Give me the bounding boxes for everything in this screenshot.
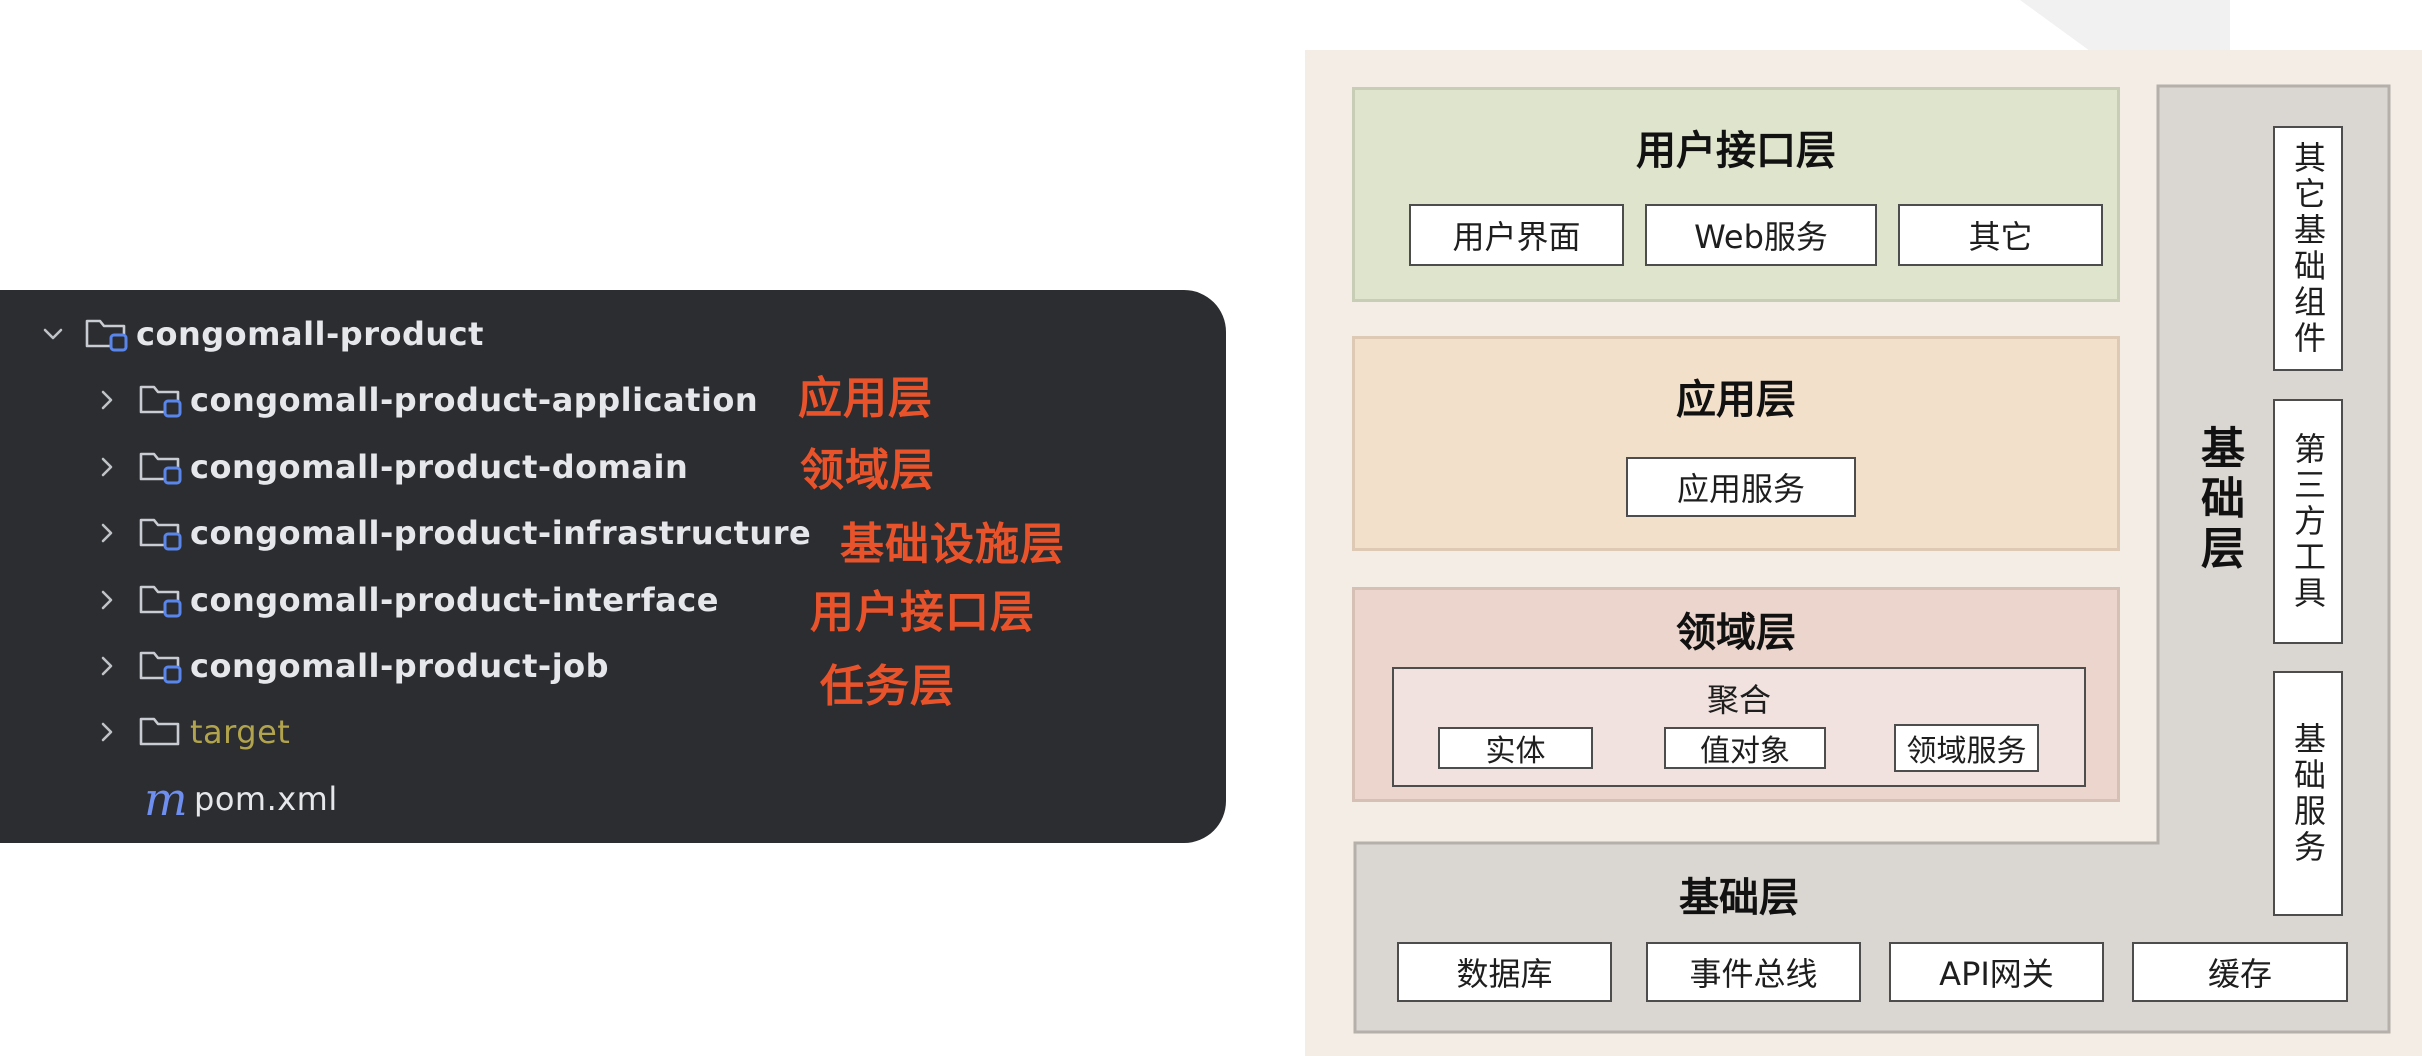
infra-item-cache: 缓存 <box>2132 942 2348 1002</box>
maven-icon: m <box>144 772 188 826</box>
annotation-infrastructure: 基础设施层 <box>840 519 1065 570</box>
infra-item-event-bus: 事件总线 <box>1646 942 1861 1002</box>
aggregate-title: 聚合 <box>1706 681 1771 719</box>
domain-item-value-object: 值对象 <box>1664 727 1826 769</box>
tree-item-interface[interactable]: congomall-product-interface <box>96 578 719 622</box>
chevron-right-icon[interactable] <box>96 389 118 411</box>
infra-side-item-other-components: 其它基础组件 <box>2273 126 2343 371</box>
tree-item-infrastructure[interactable]: congomall-product-infrastructure <box>96 511 811 555</box>
layer-title: 领域层 <box>1676 610 1796 656</box>
chevron-right-icon[interactable] <box>96 589 118 611</box>
folder-icon <box>138 712 188 752</box>
application-layer: 应用层 应用服务 <box>1352 336 2120 551</box>
annotation-job: 任务层 <box>820 661 955 712</box>
tree-root[interactable]: congomall-product <box>42 312 484 356</box>
tree-item-pom[interactable]: m pom.xml <box>144 772 338 826</box>
layer-title: 应用层 <box>1676 377 1796 423</box>
tree-item-label: congomall-product-domain <box>190 448 689 486</box>
tree-item-domain[interactable]: congomall-product-domain <box>96 445 688 489</box>
module-folder-icon <box>138 513 188 553</box>
chevron-right-icon[interactable] <box>96 655 118 677</box>
user-interface-layer: 用户接口层 用户界面 Web服务 其它 <box>1352 87 2120 302</box>
module-folder-icon <box>84 314 134 354</box>
chevron-down-icon[interactable] <box>42 323 64 345</box>
app-item-application-service: 应用服务 <box>1626 457 1856 517</box>
chevron-right-icon[interactable] <box>96 522 118 544</box>
ui-item-user-interface: 用户界面 <box>1409 204 1624 266</box>
infra-item-api-gateway: API网关 <box>1889 942 2104 1002</box>
aggregate-box: 聚合 实体 值对象 领域服务 <box>1392 667 2086 787</box>
infrastructure-title: 基础层 <box>1679 875 1799 921</box>
corner-decoration <box>2020 0 2230 52</box>
annotation-domain: 领域层 <box>800 445 935 496</box>
infra-item-database: 数据库 <box>1397 942 1612 1002</box>
module-folder-icon <box>138 380 188 420</box>
module-folder-icon <box>138 580 188 620</box>
tree-item-label: congomall-product-application <box>190 381 759 419</box>
tree-item-label: congomall-product-job <box>190 647 610 685</box>
tree-item-job[interactable]: congomall-product-job <box>96 644 609 688</box>
layer-title: 用户接口层 <box>1636 128 1836 174</box>
annotation-interface: 用户接口层 <box>810 587 1035 638</box>
tree-item-label: pom.xml <box>194 780 338 818</box>
tree-item-label: target <box>190 713 291 751</box>
domain-item-entity: 实体 <box>1438 727 1593 769</box>
chevron-right-icon[interactable] <box>96 721 118 743</box>
infra-side-item-basic-services: 基础服务 <box>2273 671 2343 916</box>
tree-item-label: congomall-product-interface <box>190 581 719 619</box>
infra-side-item-third-party-tools: 第三方工具 <box>2273 399 2343 644</box>
infrastructure-side-title: 基础层 <box>2193 425 2244 575</box>
annotation-application: 应用层 <box>798 373 933 424</box>
ui-item-web-service: Web服务 <box>1645 204 1877 266</box>
chevron-right-icon[interactable] <box>96 456 118 478</box>
ui-item-other: 其它 <box>1898 204 2103 266</box>
module-folder-icon <box>138 447 188 487</box>
tree-root-label: congomall-product <box>136 315 484 353</box>
tree-item-label: congomall-product-infrastructure <box>190 514 812 552</box>
tree-item-target[interactable]: target <box>96 710 290 754</box>
module-folder-icon <box>138 646 188 686</box>
domain-item-domain-service: 领域服务 <box>1894 724 2039 772</box>
domain-layer: 领域层 聚合 实体 值对象 领域服务 <box>1352 587 2120 802</box>
tree-item-application[interactable]: congomall-product-application <box>96 378 758 422</box>
